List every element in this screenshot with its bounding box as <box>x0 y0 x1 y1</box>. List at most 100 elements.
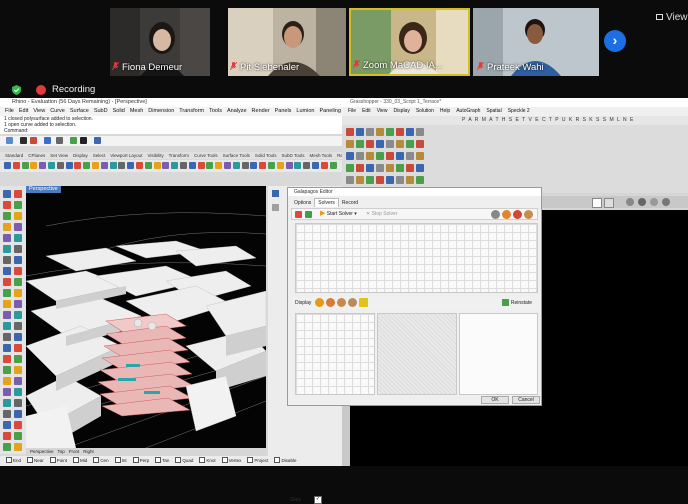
tool-icon[interactable] <box>14 278 22 286</box>
component-icon[interactable] <box>386 176 394 184</box>
toolbar-command-icon[interactable] <box>171 162 179 169</box>
viewport-tab[interactable]: Right <box>83 449 94 454</box>
toolbar-command-icon[interactable] <box>268 162 275 169</box>
radiation-icon[interactable] <box>358 298 368 308</box>
toolbar-tab[interactable]: Display <box>73 153 88 158</box>
component-icon[interactable] <box>366 152 374 160</box>
toolbar-command-icon[interactable] <box>162 162 170 169</box>
participant-tile[interactable]: Pit Siebenaler <box>228 8 346 76</box>
tool-icon[interactable] <box>14 366 22 374</box>
toolbar-command-icon[interactable] <box>197 162 205 169</box>
display-mode-2-icon[interactable] <box>325 298 335 308</box>
menu-item[interactable]: File <box>5 108 14 114</box>
osnap-toggle[interactable]: Near <box>24 457 44 463</box>
tool-icon[interactable] <box>3 212 11 220</box>
tool-icon[interactable] <box>3 311 11 319</box>
menu-item[interactable]: View <box>33 108 45 114</box>
menu-item[interactable]: Analyze <box>227 108 247 114</box>
component-icon[interactable] <box>346 152 354 160</box>
tool-icon[interactable] <box>14 190 22 198</box>
osnap-toggle[interactable]: Mid <box>70 457 87 463</box>
toolbar-tab[interactable]: Set View <box>50 153 68 158</box>
genome-list-panel[interactable] <box>459 313 538 395</box>
perspective-viewport[interactable]: Perspective <box>26 186 266 448</box>
menu-item[interactable]: Curve <box>50 108 65 114</box>
properties-icon[interactable] <box>272 190 279 197</box>
participant-tile-active-speaker[interactable]: Zoom MaCAD IA... <box>349 8 470 76</box>
tool-icon[interactable] <box>3 300 11 308</box>
component-icon[interactable] <box>416 164 424 172</box>
component-icon[interactable] <box>396 152 404 160</box>
toolbar-tab[interactable]: CPlanes <box>28 153 45 158</box>
component-icon[interactable] <box>366 176 374 184</box>
print-icon[interactable] <box>56 137 63 144</box>
refresh-icon[interactable] <box>305 211 312 218</box>
start-solver-button[interactable]: ▶ Start Solver ▾ <box>320 209 357 219</box>
toolbar-command-icon[interactable] <box>320 162 328 169</box>
toolbar-command-icon[interactable] <box>303 162 311 169</box>
osnap-toggle[interactable]: Disable <box>271 457 296 463</box>
tool-icon[interactable] <box>14 388 22 396</box>
toolbar-command-icon[interactable] <box>144 162 152 169</box>
toolbar-command-icon[interactable] <box>153 162 161 169</box>
component-icon[interactable] <box>356 140 364 148</box>
tab-record[interactable]: Record <box>339 199 361 207</box>
tool-icon[interactable] <box>3 399 11 407</box>
component-category-tabs[interactable]: P A R M A T H S E T V E C T P U K R S K … <box>342 116 688 125</box>
save-icon[interactable] <box>44 137 51 144</box>
record-icon[interactable] <box>30 137 37 144</box>
toolbar-command-icon[interactable] <box>232 162 240 169</box>
toolbar-tab[interactable]: Mesh Tools <box>309 153 332 158</box>
component-icon[interactable] <box>386 128 394 136</box>
component-icon[interactable] <box>356 164 364 172</box>
osnap-toggle[interactable]: Point <box>47 457 67 463</box>
component-icon[interactable] <box>346 128 354 136</box>
component-icon[interactable] <box>376 176 384 184</box>
component-icon[interactable] <box>376 164 384 172</box>
menu-item[interactable]: Edit <box>19 108 28 114</box>
toolbar-command-icon[interactable] <box>39 162 47 169</box>
toolbar-command-icon[interactable] <box>215 162 223 169</box>
participant-tile[interactable]: Prateek Wahi <box>473 8 599 76</box>
osnap-toggle[interactable]: Int <box>112 457 127 463</box>
toolbar-tab[interactable]: Transform <box>169 153 189 158</box>
preview-icon[interactable] <box>626 198 634 206</box>
genome-map-panel[interactable] <box>377 313 457 395</box>
component-icon[interactable] <box>366 164 374 172</box>
tool-icon[interactable] <box>14 443 22 451</box>
next-page-button[interactable]: › <box>604 30 626 52</box>
component-icon[interactable] <box>386 164 394 172</box>
tool-icon[interactable] <box>14 245 22 253</box>
reinstate-button[interactable]: Reinstate <box>501 297 532 310</box>
tool-icon[interactable] <box>14 399 22 407</box>
tool-icon[interactable] <box>14 300 22 308</box>
component-icon[interactable] <box>386 152 394 160</box>
menu-item[interactable]: Dimension <box>148 108 174 114</box>
menu-item[interactable]: Solid <box>113 108 125 114</box>
toolbar-command-icon[interactable] <box>241 162 249 169</box>
tool-icon[interactable] <box>14 212 22 220</box>
maximize-fitness-icon[interactable] <box>513 210 522 220</box>
tool-icon[interactable] <box>3 234 11 242</box>
tool-icon[interactable] <box>14 410 22 418</box>
grasshopper-icon[interactable] <box>70 137 77 144</box>
component-icon[interactable] <box>416 140 424 148</box>
zoom-icon[interactable] <box>592 198 602 208</box>
tool-icon[interactable] <box>3 267 11 275</box>
view-icon[interactable] <box>604 198 614 208</box>
osnap-toggle[interactable]: Knot <box>196 457 216 463</box>
toolbar-command-icon[interactable] <box>285 162 293 169</box>
tool-icon[interactable] <box>14 223 22 231</box>
component-icon[interactable] <box>376 152 384 160</box>
settings-icon[interactable] <box>524 210 533 220</box>
component-icon[interactable] <box>416 152 424 160</box>
osnap-toggle[interactable]: Tan <box>152 457 169 463</box>
toolbar-command-icon[interactable] <box>118 162 126 169</box>
toolbar-command-icon[interactable] <box>109 162 117 169</box>
tool-icon[interactable] <box>14 234 22 242</box>
tool-icon[interactable] <box>14 311 22 319</box>
tool-icon[interactable] <box>3 322 11 330</box>
menu-item[interactable]: Lumion <box>296 108 314 114</box>
menu-item[interactable]: AutoGraph <box>456 108 480 114</box>
component-icon[interactable] <box>386 140 394 148</box>
